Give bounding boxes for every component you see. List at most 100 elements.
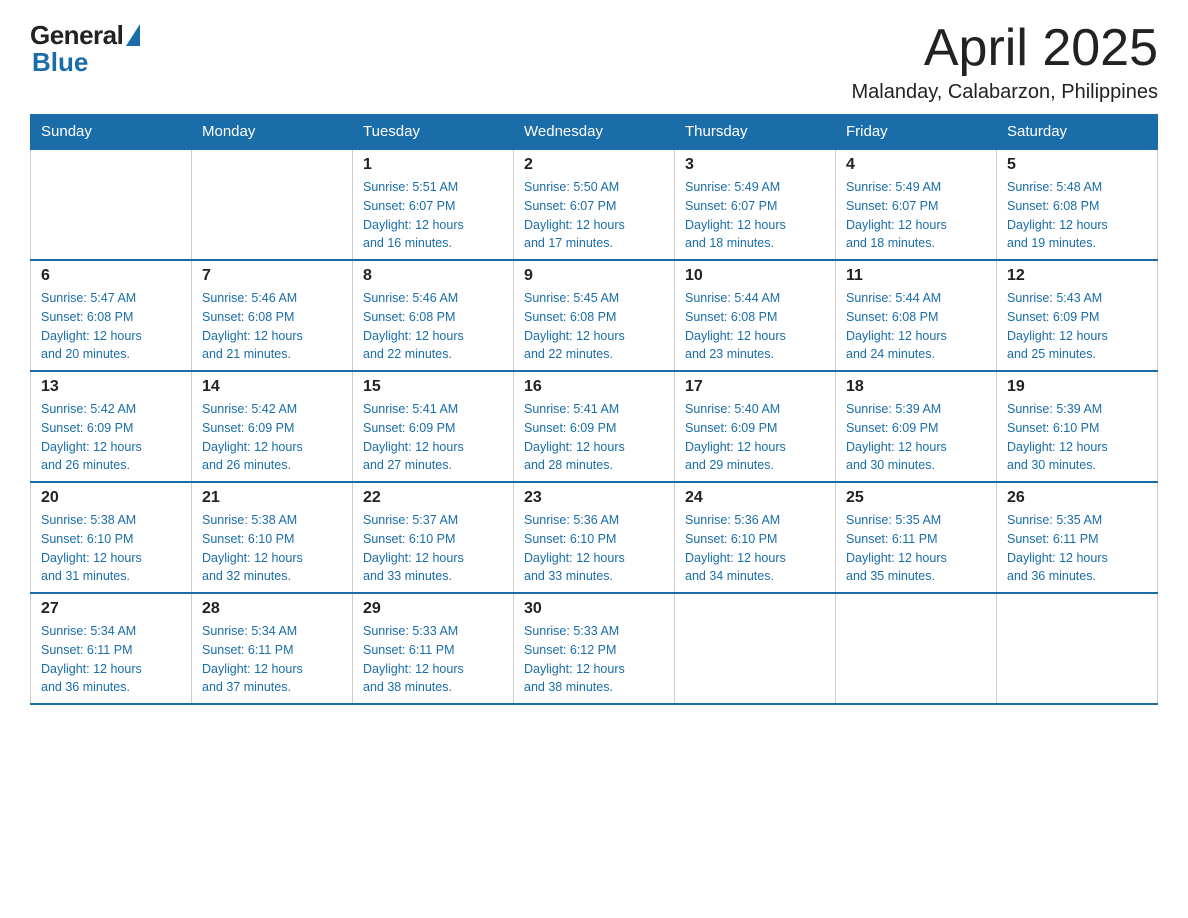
calendar-cell: 3Sunrise: 5:49 AM Sunset: 6:07 PM Daylig… [675,149,836,260]
day-number: 11 [846,267,986,285]
day-detail: Sunrise: 5:36 AM Sunset: 6:10 PM Dayligh… [524,511,664,586]
calendar-cell: 2 Sunrise: 5:50 AM Sunset: 6:07 PM Daylig… [514,149,675,260]
week-row-3: 13Sunrise: 5:42 AM Sunset: 6:09 PM Dayli… [31,371,1158,482]
week-row-5: 27 Sunrise: 5:34 AM Sunset: 6:11 PM Dayli… [31,593,1158,704]
day-detail: Sunrise: 5:43 AM Sunset: 6:09 PM Dayligh… [1007,289,1147,364]
day-detail: Sunrise: 5:34 AM Sunset: 6:11 PM Dayligh… [202,622,342,697]
day-number: 1 [363,156,503,174]
day-detail: Sunrise: 5:38 AM Sunset: 6:10 PM Dayligh… [41,511,181,586]
calendar-cell: 6 Sunrise: 5:47 AM Sunset: 6:08 PM Daylig… [31,260,192,371]
day-number: 2 [524,156,664,174]
weekday-header-tuesday: Tuesday [353,115,514,150]
day-number: 12 [1007,267,1147,285]
day-detail: Sunrise: 5:49 AM Sunset: 6:07 PM Dayligh… [685,178,825,253]
day-number: 28 [202,600,342,618]
day-detail: Sunrise: 5:42 AM Sunset: 6:09 PM Dayligh… [202,400,342,475]
calendar-cell: 7Sunrise: 5:46 AM Sunset: 6:08 PM Daylig… [192,260,353,371]
logo: General Blue [30,20,140,78]
calendar-cell: 11Sunrise: 5:44 AM Sunset: 6:08 PM Dayli… [836,260,997,371]
day-detail: Sunrise: 5:51 AM Sunset: 6:07 PM Dayligh… [363,178,503,253]
day-detail: Sunrise: 5:47 AM Sunset: 6:08 PM Dayligh… [41,289,181,364]
day-number: 24 [685,489,825,507]
day-detail: Sunrise: 5:34 AM Sunset: 6:11 PM Dayligh… [41,622,181,697]
day-detail: Sunrise: 5:44 AM Sunset: 6:08 PM Dayligh… [685,289,825,364]
calendar-cell [31,149,192,260]
calendar-cell: 19Sunrise: 5:39 AM Sunset: 6:10 PM Dayli… [997,371,1158,482]
day-number: 9 [524,267,664,285]
weekday-header-friday: Friday [836,115,997,150]
calendar-cell: 28 Sunrise: 5:34 AM Sunset: 6:11 PM Dayli… [192,593,353,704]
logo-triangle-icon [126,24,140,46]
week-row-1: 1 Sunrise: 5:51 AM Sunset: 6:07 PM Daylig… [31,149,1158,260]
weekday-header-saturday: Saturday [997,115,1158,150]
calendar-cell: 24Sunrise: 5:36 AM Sunset: 6:10 PM Dayli… [675,482,836,593]
week-row-4: 20 Sunrise: 5:38 AM Sunset: 6:10 PM Dayli… [31,482,1158,593]
day-number: 7 [202,267,342,285]
calendar-cell: 27 Sunrise: 5:34 AM Sunset: 6:11 PM Dayli… [31,593,192,704]
weekday-header-monday: Monday [192,115,353,150]
calendar-cell: 20 Sunrise: 5:38 AM Sunset: 6:10 PM Dayli… [31,482,192,593]
day-detail: Sunrise: 5:50 AM Sunset: 6:07 PM Dayligh… [524,178,664,253]
calendar-cell: 8Sunrise: 5:46 AM Sunset: 6:08 PM Daylig… [353,260,514,371]
calendar-cell: 30 Sunrise: 5:33 AM Sunset: 6:12 PM Dayli… [514,593,675,704]
day-number: 10 [685,267,825,285]
day-detail: Sunrise: 5:49 AM Sunset: 6:07 PM Dayligh… [846,178,986,253]
day-number: 22 [363,489,503,507]
day-detail: Sunrise: 5:37 AM Sunset: 6:10 PM Dayligh… [363,511,503,586]
day-number: 27 [41,600,181,618]
day-number: 15 [363,378,503,396]
day-detail: Sunrise: 5:40 AM Sunset: 6:09 PM Dayligh… [685,400,825,475]
calendar-cell: 12 Sunrise: 5:43 AM Sunset: 6:09 PM Dayli… [997,260,1158,371]
week-row-2: 6 Sunrise: 5:47 AM Sunset: 6:08 PM Daylig… [31,260,1158,371]
day-number: 5 [1007,156,1147,174]
day-detail: Sunrise: 5:48 AM Sunset: 6:08 PM Dayligh… [1007,178,1147,253]
day-number: 6 [41,267,181,285]
day-detail: Sunrise: 5:45 AM Sunset: 6:08 PM Dayligh… [524,289,664,364]
weekday-header-row: SundayMondayTuesdayWednesdayThursdayFrid… [31,115,1158,150]
calendar-cell: 23 Sunrise: 5:36 AM Sunset: 6:10 PM Dayli… [514,482,675,593]
title-area: April 2025 Malanday, Calabarzon, Philipp… [852,20,1158,104]
day-detail: Sunrise: 5:39 AM Sunset: 6:09 PM Dayligh… [846,400,986,475]
calendar-cell: 21Sunrise: 5:38 AM Sunset: 6:10 PM Dayli… [192,482,353,593]
calendar-cell: 26Sunrise: 5:35 AM Sunset: 6:11 PM Dayli… [997,482,1158,593]
day-number: 26 [1007,489,1147,507]
day-detail: Sunrise: 5:39 AM Sunset: 6:10 PM Dayligh… [1007,400,1147,475]
calendar-cell: 22 Sunrise: 5:37 AM Sunset: 6:10 PM Dayli… [353,482,514,593]
logo-blue-text: Blue [32,47,88,78]
day-detail: Sunrise: 5:33 AM Sunset: 6:11 PM Dayligh… [363,622,503,697]
day-detail: Sunrise: 5:35 AM Sunset: 6:11 PM Dayligh… [846,511,986,586]
calendar-cell: 1 Sunrise: 5:51 AM Sunset: 6:07 PM Daylig… [353,149,514,260]
calendar-cell [675,593,836,704]
day-detail: Sunrise: 5:41 AM Sunset: 6:09 PM Dayligh… [524,400,664,475]
calendar-cell: 9 Sunrise: 5:45 AM Sunset: 6:08 PM Daylig… [514,260,675,371]
day-detail: Sunrise: 5:33 AM Sunset: 6:12 PM Dayligh… [524,622,664,697]
day-number: 29 [363,600,503,618]
month-title: April 2025 [852,20,1158,77]
day-number: 20 [41,489,181,507]
calendar-cell: 4 Sunrise: 5:49 AM Sunset: 6:07 PM Daylig… [836,149,997,260]
day-number: 4 [846,156,986,174]
day-number: 21 [202,489,342,507]
day-number: 30 [524,600,664,618]
weekday-header-wednesday: Wednesday [514,115,675,150]
day-number: 23 [524,489,664,507]
calendar-cell [997,593,1158,704]
calendar-cell [836,593,997,704]
calendar-cell: 18 Sunrise: 5:39 AM Sunset: 6:09 PM Dayli… [836,371,997,482]
calendar-cell: 16 Sunrise: 5:41 AM Sunset: 6:09 PM Dayli… [514,371,675,482]
calendar-cell [192,149,353,260]
day-number: 16 [524,378,664,396]
day-number: 18 [846,378,986,396]
page-header: General Blue April 2025 Malanday, Calaba… [30,20,1158,104]
calendar-cell: 14 Sunrise: 5:42 AM Sunset: 6:09 PM Dayli… [192,371,353,482]
calendar-cell: 17 Sunrise: 5:40 AM Sunset: 6:09 PM Dayli… [675,371,836,482]
day-number: 14 [202,378,342,396]
day-number: 17 [685,378,825,396]
calendar-table: SundayMondayTuesdayWednesdayThursdayFrid… [30,114,1158,705]
calendar-cell: 5 Sunrise: 5:48 AM Sunset: 6:08 PM Daylig… [997,149,1158,260]
calendar-cell: 29 Sunrise: 5:33 AM Sunset: 6:11 PM Dayli… [353,593,514,704]
calendar-cell: 13Sunrise: 5:42 AM Sunset: 6:09 PM Dayli… [31,371,192,482]
day-number: 25 [846,489,986,507]
calendar-cell: 10 Sunrise: 5:44 AM Sunset: 6:08 PM Dayli… [675,260,836,371]
location-title: Malanday, Calabarzon, Philippines [852,81,1158,104]
